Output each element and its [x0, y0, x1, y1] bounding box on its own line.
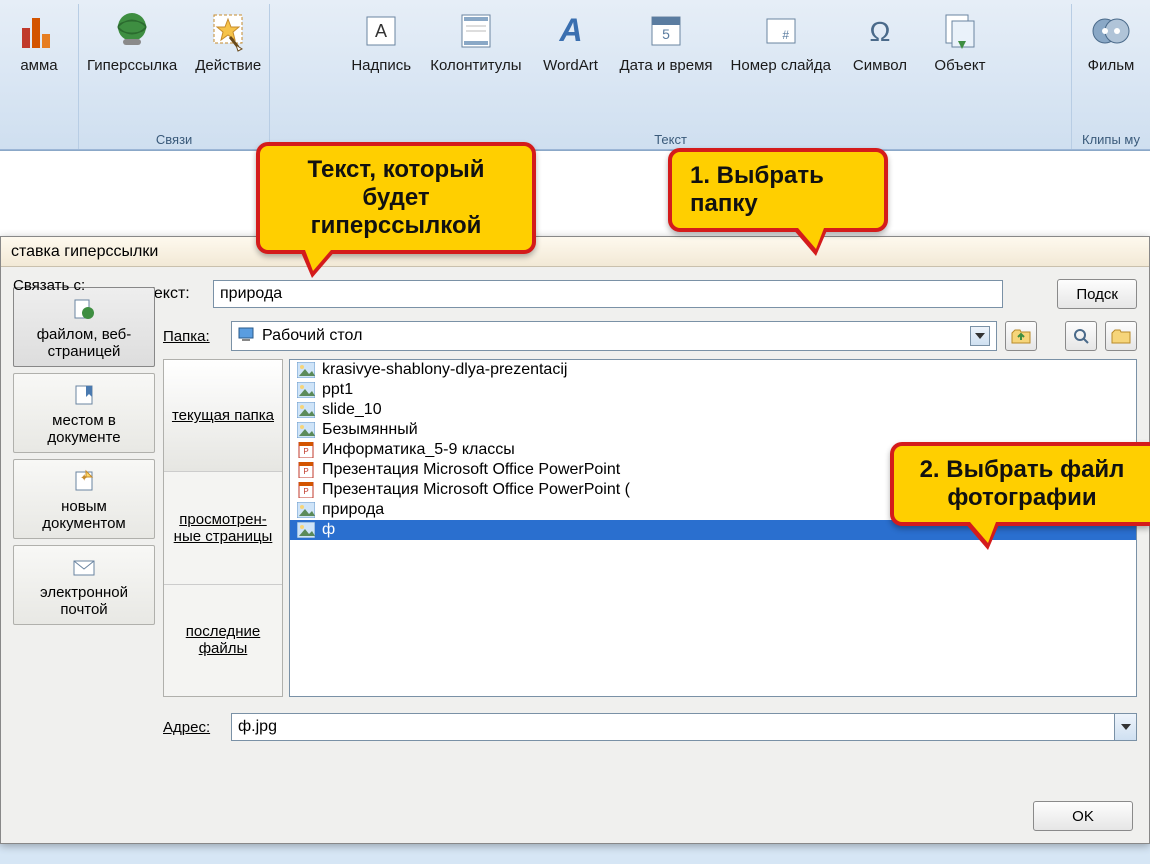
- wordart-icon: A: [548, 8, 594, 54]
- chart-icon: [16, 8, 62, 54]
- webpage-icon: [71, 296, 97, 322]
- ribbon-group-links-label: Связи: [156, 128, 192, 149]
- file-name: krasivye-shablony-dlya-prezentacij: [322, 361, 567, 379]
- svg-text:Ω: Ω: [870, 16, 891, 47]
- ppt-file-icon: P: [296, 481, 316, 499]
- omega-icon: Ω: [857, 8, 903, 54]
- up-folder-button[interactable]: [1005, 321, 1037, 351]
- link-to-file-webpage[interactable]: файлом, веб-страницей: [13, 287, 155, 367]
- file-item[interactable]: Безымянный: [290, 420, 1136, 440]
- browse-file-button[interactable]: [1105, 321, 1137, 351]
- ribbon-group-text: A Надпись Колонтитулы A WordArt 5 Дата и…: [270, 4, 1072, 149]
- ppt-file-icon: P: [296, 441, 316, 459]
- image-file-icon: [296, 421, 316, 439]
- header-footer-icon: [453, 8, 499, 54]
- ribbon-object[interactable]: Объект: [925, 4, 995, 75]
- chevron-down-icon: [970, 326, 990, 346]
- image-file-icon: [296, 401, 316, 419]
- ribbon-headerfooter[interactable]: Колонтитулы: [426, 4, 525, 75]
- address-dropdown[interactable]: [1115, 713, 1137, 741]
- ribbon-group-illustrations: амма: [0, 4, 79, 149]
- image-file-icon: [296, 381, 316, 399]
- ribbon: амма Гиперссылка Действие Связи: [0, 0, 1150, 150]
- file-item[interactable]: ppt1: [290, 380, 1136, 400]
- ribbon-action-label: Действие: [195, 58, 261, 75]
- svg-text:P: P: [303, 447, 308, 456]
- bookmark-icon: [71, 382, 97, 408]
- file-item[interactable]: krasivye-shablony-dlya-prezentacij: [290, 360, 1136, 380]
- star-action-icon: [205, 8, 251, 54]
- ribbon-group-media-label: Клипы му: [1082, 128, 1140, 149]
- ribbon-group-links: Гиперссылка Действие Связи: [79, 4, 270, 149]
- slide-number-icon: #: [758, 8, 804, 54]
- address-label: Адрес:: [163, 719, 223, 736]
- link-to-place-in-doc[interactable]: местом в документе: [13, 373, 155, 453]
- file-name: Презентация Microsoft Office PowerPoint: [322, 461, 620, 479]
- textbox-icon: A: [358, 8, 404, 54]
- ribbon-group-text-label: Текст: [654, 128, 687, 149]
- folder-label: Папка:: [163, 328, 223, 345]
- newdoc-icon: ✦: [71, 468, 97, 494]
- file-name: Безымянный: [322, 421, 418, 439]
- view-tab-current-folder[interactable]: текущая папка: [164, 360, 282, 472]
- link-to-sidebar: Связать с: файлом, веб-страницей местом …: [13, 321, 155, 741]
- callout-choose-file: 2. Выбрать файл фотографии: [890, 442, 1150, 526]
- object-icon: [937, 8, 983, 54]
- svg-text:P: P: [303, 487, 308, 496]
- screen-tip-button[interactable]: Подск: [1057, 279, 1137, 309]
- ribbon-chart-label: амма: [20, 58, 57, 75]
- ribbon-action[interactable]: Действие: [191, 4, 265, 75]
- ok-button[interactable]: OK: [1033, 801, 1133, 831]
- ribbon-symbol[interactable]: Ω Символ: [845, 4, 915, 75]
- link-text-input[interactable]: [213, 280, 1003, 308]
- email-icon: [71, 554, 97, 580]
- ribbon-slidenumber[interactable]: # Номер слайда: [727, 4, 835, 75]
- browse-web-button[interactable]: [1065, 321, 1097, 351]
- folder-dropdown[interactable]: Рабочий стол: [231, 321, 997, 351]
- ribbon-hyperlink[interactable]: Гиперссылка: [83, 4, 181, 75]
- view-tab-browsed-pages[interactable]: просмотрен-ные страницы: [164, 472, 282, 584]
- ribbon-movie[interactable]: Фильм: [1076, 4, 1146, 75]
- svg-text:✦: ✦: [80, 473, 88, 484]
- file-name: природа: [322, 501, 384, 519]
- file-name: ф: [322, 521, 335, 539]
- view-tabs: текущая папка просмотрен-ные страницы по…: [163, 359, 283, 697]
- date-icon: 5: [643, 8, 689, 54]
- film-icon: [1088, 8, 1134, 54]
- image-file-icon: [296, 521, 316, 539]
- ribbon-hyperlink-label: Гиперссылка: [87, 58, 177, 75]
- ribbon-datetime[interactable]: 5 Дата и время: [616, 4, 717, 75]
- image-file-icon: [296, 501, 316, 519]
- ribbon-chart[interactable]: амма: [4, 4, 74, 75]
- svg-text:5: 5: [662, 26, 670, 42]
- ribbon-group-media: Фильм Клипы му: [1072, 4, 1150, 149]
- svg-text:A: A: [558, 12, 582, 48]
- svg-text:A: A: [375, 21, 387, 41]
- folder-value: Рабочий стол: [262, 327, 362, 345]
- ribbon-textbox[interactable]: A Надпись: [346, 4, 416, 75]
- dialog-title: ставка гиперссылки: [1, 237, 1149, 267]
- svg-text:P: P: [303, 467, 308, 476]
- image-file-icon: [296, 361, 316, 379]
- ribbon-wordart[interactable]: A WordArt: [536, 4, 606, 75]
- file-name: slide_10: [322, 401, 382, 419]
- workspace-blank: [0, 150, 1150, 240]
- file-list[interactable]: krasivye-shablony-dlya-prezentacij ppt1 sl…: [289, 359, 1137, 697]
- link-to-email[interactable]: электронной почтой: [13, 545, 155, 625]
- link-to-new-doc[interactable]: ✦ новым документом: [13, 459, 155, 539]
- ppt-file-icon: P: [296, 461, 316, 479]
- file-name: Презентация Microsoft Office PowerPoint …: [322, 481, 630, 499]
- globe-icon: [109, 8, 155, 54]
- file-item[interactable]: slide_10: [290, 400, 1136, 420]
- file-name: Информатика_5-9 классы: [322, 441, 515, 459]
- callout-link-text: Текст, который будет гиперссылкой: [256, 142, 536, 254]
- desktop-icon: [238, 325, 256, 348]
- svg-text:#: #: [782, 28, 789, 42]
- file-name: ppt1: [322, 381, 353, 399]
- address-input[interactable]: [231, 713, 1115, 741]
- view-tab-recent-files[interactable]: последние файлы: [164, 585, 282, 696]
- callout-choose-folder: 1. Выбрать папку: [668, 148, 888, 232]
